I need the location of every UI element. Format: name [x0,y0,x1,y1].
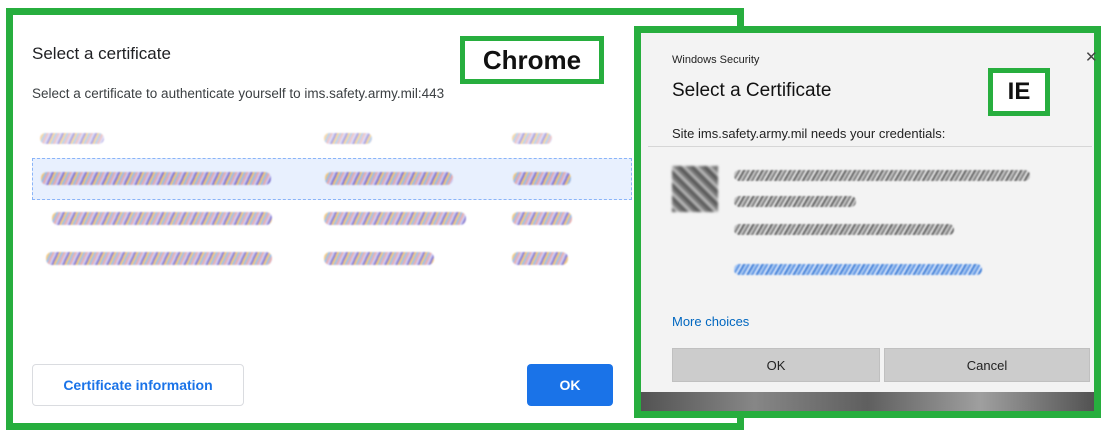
divider [648,146,1092,147]
certificate-information-button[interactable]: Certificate information [32,364,244,406]
redacted-header-subject [40,133,104,144]
redacted-cert-serial [512,212,572,225]
redacted-cert-serial [513,172,571,185]
ie-dialog-heading: Select a Certificate [672,80,832,101]
chrome-dialog-title: Select a certificate [32,44,171,63]
ie-cancel-button[interactable]: Cancel [884,348,1090,382]
redacted-header-issuer [324,133,372,144]
redacted-cert-validity [734,224,954,235]
redacted-cert-issuer [324,212,466,225]
certificate-list [32,124,632,280]
certificate-row[interactable] [32,240,632,280]
redacted-cert-issuer [325,172,453,185]
redacted-cert-subject [41,172,271,185]
more-choices-link[interactable]: More choices [672,314,749,329]
redacted-cert-issuer [734,196,856,207]
redacted-cert-name [734,170,1030,181]
certificate-list-header [32,124,632,158]
windows-security-title: Windows Security [672,54,760,66]
redacted-cert-serial [512,252,568,265]
redacted-cert-issuer [324,252,434,265]
redacted-cert-properties-link[interactable] [734,264,982,275]
redacted-cert-subject [46,252,272,265]
certificate-row[interactable] [32,200,632,240]
certificate-icon [672,166,718,212]
certificate-row[interactable] [32,158,632,200]
ie-callout-label: IE [988,68,1050,116]
redacted-cert-subject [52,212,272,225]
chrome-callout-label: Chrome [460,36,604,84]
redacted-header-serial [512,133,552,144]
chrome-ok-button[interactable]: OK [527,364,613,406]
chrome-dialog-subtitle: Select a certificate to authenticate you… [32,86,445,101]
background-strip [641,392,1094,411]
ie-site-credentials-text: Site ims.safety.army.mil needs your cred… [672,126,946,141]
ie-ok-button[interactable]: OK [672,348,880,382]
close-icon[interactable]: ✕ [1085,48,1098,66]
